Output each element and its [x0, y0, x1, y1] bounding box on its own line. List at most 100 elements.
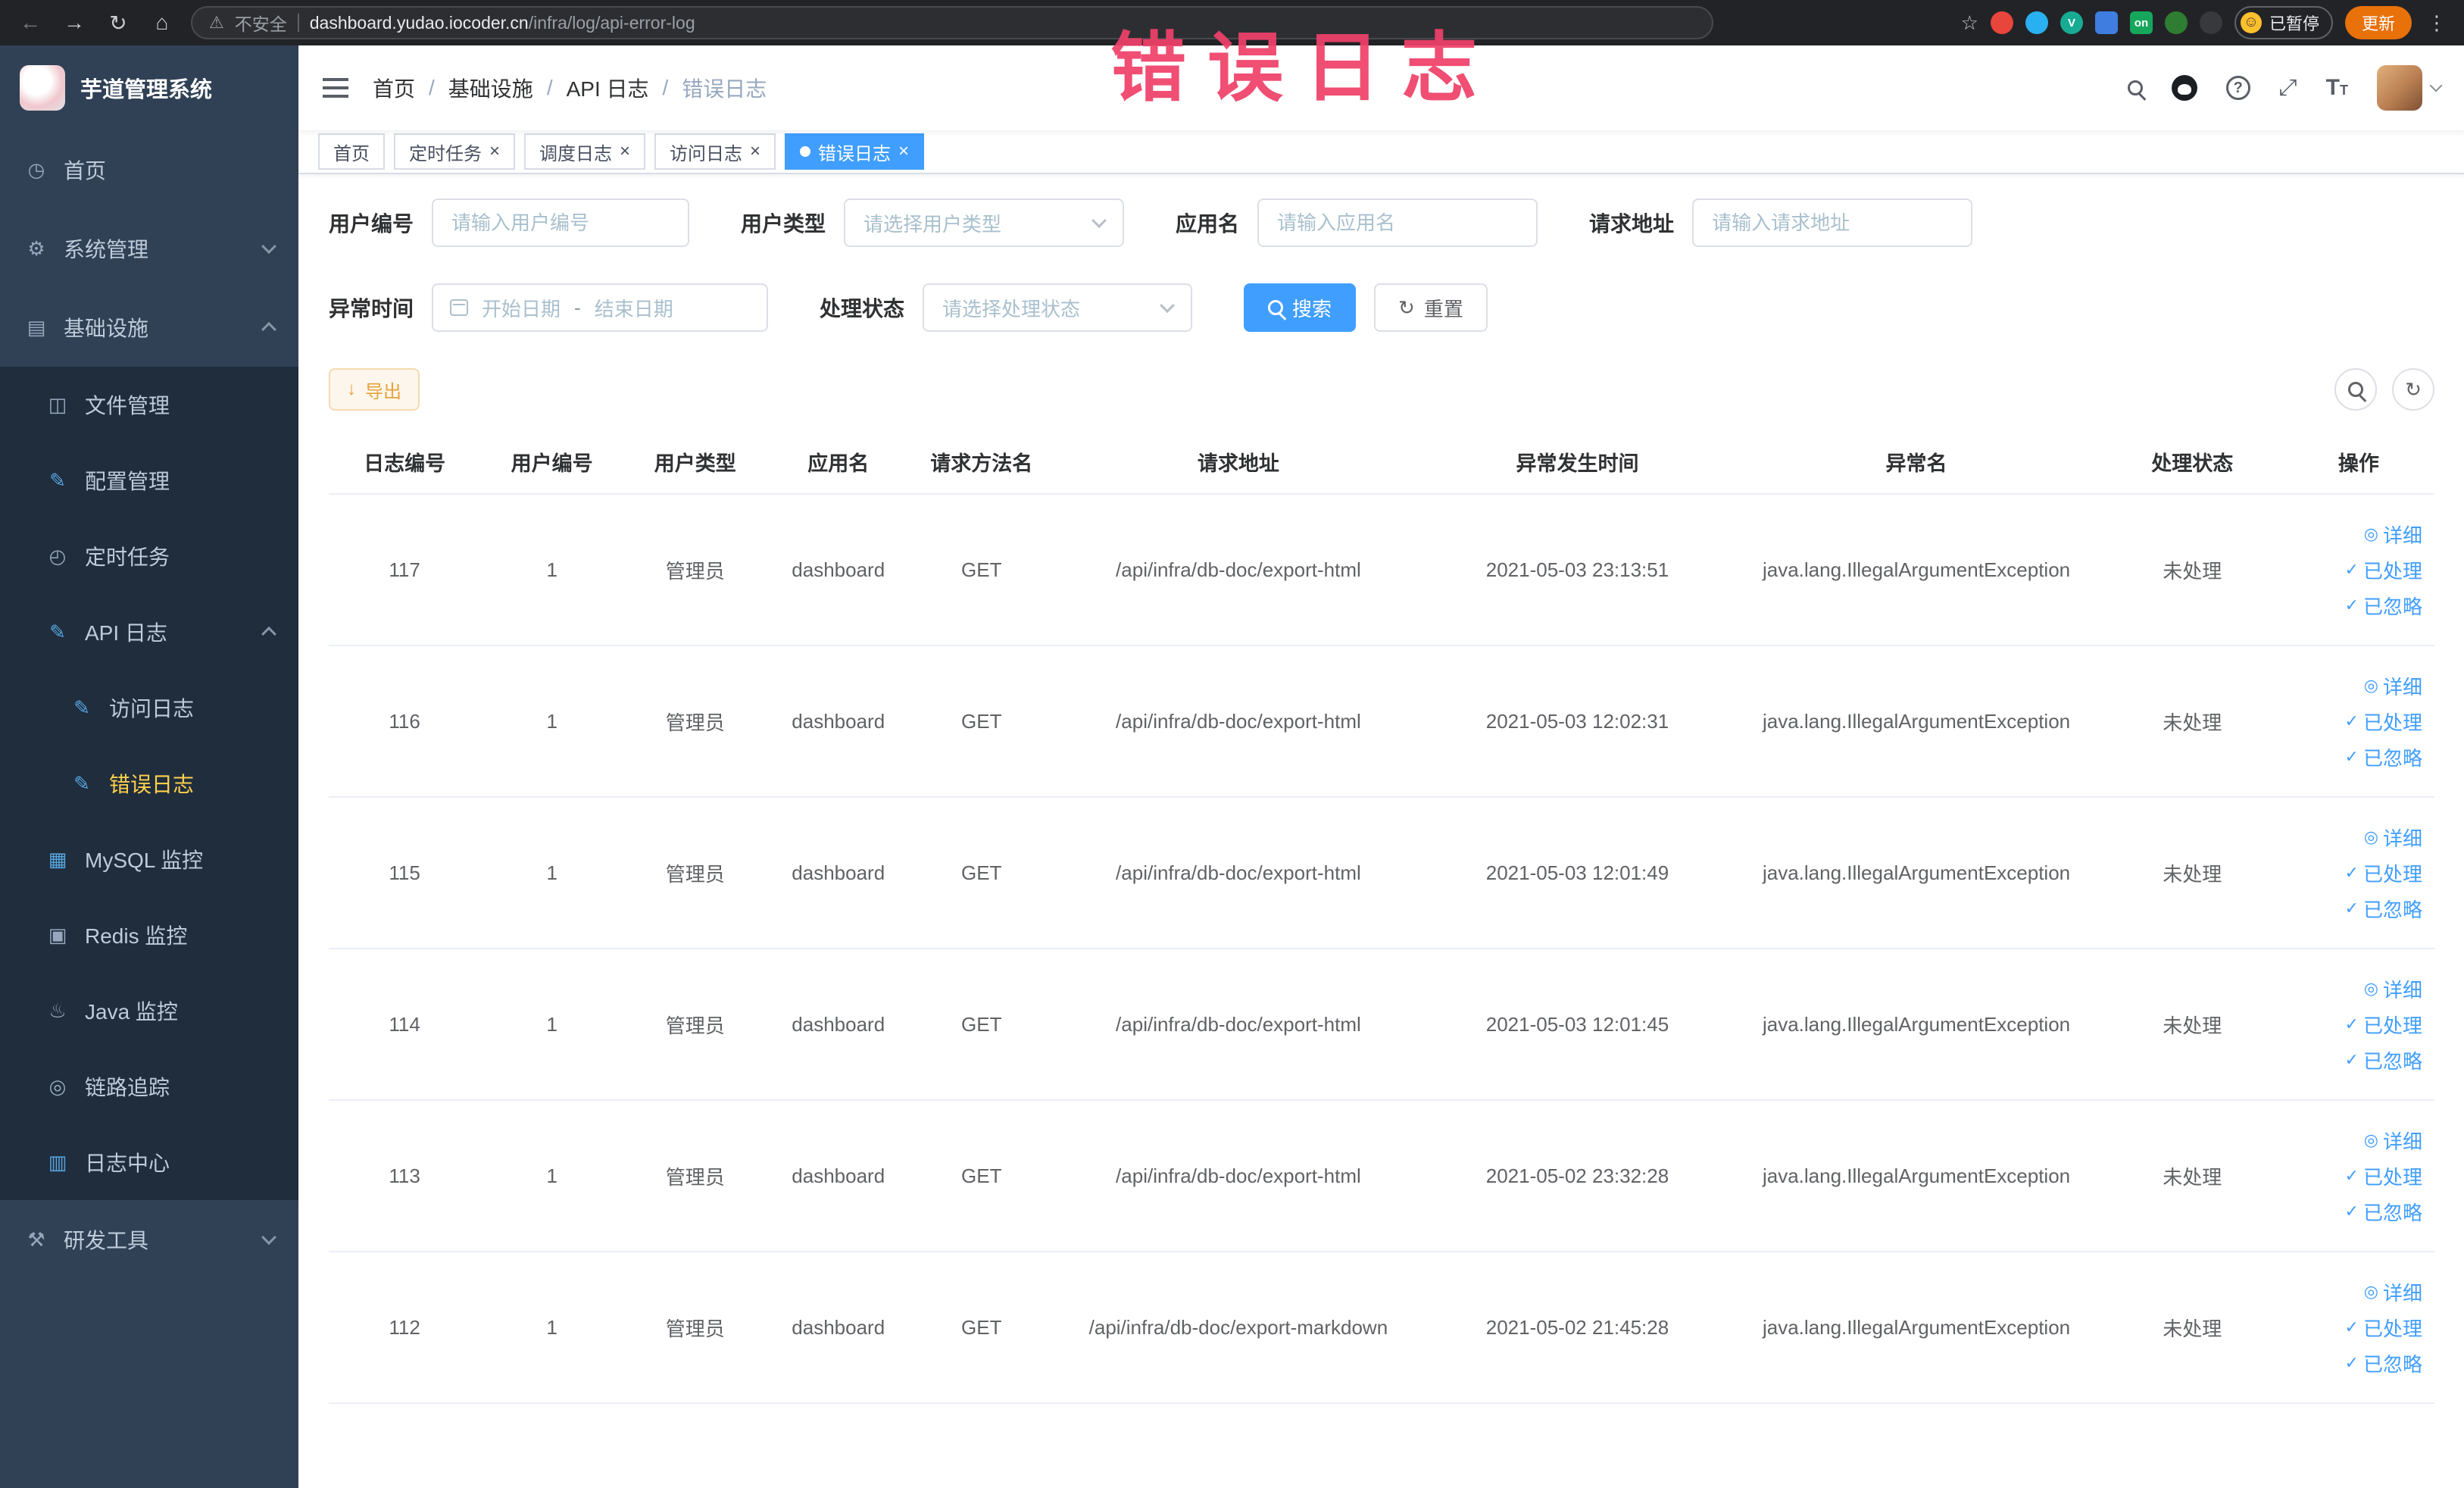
navbar-actions: ⤢ TT	[2127, 65, 2443, 111]
processed-link[interactable]: 已处理	[2345, 708, 2422, 736]
detail-link[interactable]: 详细	[2364, 1127, 2422, 1155]
app-logo[interactable]: 芋道管理系统	[0, 45, 298, 130]
extension-icon[interactable]	[2025, 11, 2048, 34]
reset-button[interactable]: 重置	[1374, 283, 1488, 332]
request-url-input[interactable]	[1692, 199, 1973, 247]
sidebar-item[interactable]: ✎ 配置管理	[0, 442, 298, 518]
tab[interactable]: 首页	[318, 133, 385, 170]
bookmark-star-icon[interactable]: ☆	[1961, 11, 1978, 35]
search-icon[interactable]	[2127, 80, 2143, 95]
sidebar-item[interactable]: ✎ 访问日志	[0, 670, 298, 746]
processed-link[interactable]: 已处理	[2345, 859, 2422, 887]
date-range-picker[interactable]: 开始日期 - 结束日期	[432, 283, 769, 332]
tab[interactable]: 调度日志	[524, 133, 646, 170]
extension-icon[interactable]	[2164, 11, 2188, 34]
breadcrumb-home[interactable]: 首页	[373, 73, 415, 103]
ignored-link[interactable]: 已忽略	[2345, 895, 2422, 923]
process-status-select[interactable]: 请选择处理状态	[923, 283, 1193, 332]
processed-link[interactable]: 已处理	[2345, 1314, 2422, 1342]
sidebar-item[interactable]: ▤ 基础设施	[0, 288, 298, 367]
menu-icon: ▥	[48, 1150, 67, 1174]
extension-icon[interactable]	[1990, 11, 2013, 34]
table-row: 114 1 管理员 dashboard GET /api/infra/db-do…	[329, 949, 2434, 1101]
detail-link[interactable]: 详细	[2364, 672, 2422, 700]
browser-menu-icon[interactable]: ⋮	[2424, 11, 2450, 35]
tab-close-icon[interactable]	[489, 142, 500, 161]
user-menu[interactable]	[2377, 65, 2443, 111]
eye-icon	[2364, 827, 2378, 847]
sidebar-item[interactable]: ▥ 日志中心	[0, 1124, 298, 1200]
cell-method: GET	[910, 1100, 1054, 1252]
home-icon[interactable]: ⌂	[147, 11, 177, 35]
extension-icon[interactable]: V	[2060, 11, 2083, 34]
fullscreen-icon[interactable]: ⤢	[2279, 75, 2297, 101]
tab[interactable]: 错误日志	[785, 133, 925, 170]
paused-badge[interactable]: 已暂停	[2234, 6, 2333, 39]
address-bar[interactable]: ⚠ 不安全 dashboard.yudao.iocoder.cn/infra/l…	[191, 6, 1713, 39]
ignored-link[interactable]: 已忽略	[2345, 1349, 2422, 1377]
sidebar-item[interactable]: ✎ API 日志	[0, 594, 298, 670]
check-icon	[2345, 596, 2359, 615]
user-id-input[interactable]	[432, 199, 690, 247]
ignored-link[interactable]: 已忽略	[2345, 1046, 2422, 1074]
user-type-label: 用户类型	[741, 212, 826, 236]
font-size-icon[interactable]: TT	[2326, 75, 2348, 101]
back-icon[interactable]: ←	[15, 11, 45, 35]
update-button[interactable]: 更新	[2344, 6, 2412, 39]
sidebar-item[interactable]: ⚙ 系统管理	[0, 209, 298, 288]
ignored-link[interactable]: 已忽略	[2345, 1198, 2422, 1226]
sidebar-item[interactable]: ▦ MySQL 监控	[0, 821, 298, 897]
tab-close-icon[interactable]	[620, 142, 630, 161]
detail-link[interactable]: 详细	[2364, 975, 2422, 1003]
cell-exception-time: 2021-05-02 21:45:28	[1423, 1252, 1732, 1404]
extension-icon[interactable]	[2199, 11, 2222, 34]
sidebar-item[interactable]: ◎ 链路追踪	[0, 1049, 298, 1124]
tab-label: 定时任务	[409, 143, 482, 164]
app-name-input[interactable]	[1257, 199, 1538, 247]
sidebar-item[interactable]: ◴ 定时任务	[0, 518, 298, 594]
extension-icon[interactable]	[2094, 11, 2118, 34]
search-toggle-button[interactable]	[2334, 368, 2377, 411]
tab-close-icon[interactable]	[750, 142, 760, 161]
sidebar-item[interactable]: ⚒ 研发工具	[0, 1200, 298, 1279]
refresh-table-button[interactable]	[2392, 368, 2434, 411]
reload-icon[interactable]: ↻	[103, 11, 133, 36]
cell-log-id: 114	[329, 949, 481, 1101]
table-row: 116 1 管理员 dashboard GET /api/infra/db-do…	[329, 646, 2434, 798]
sidebar-item[interactable]: ♨ Java 监控	[0, 973, 298, 1049]
sidebar-item[interactable]: ✎ 错误日志	[0, 746, 298, 821]
github-icon[interactable]	[2171, 75, 2197, 101]
breadcrumb-infra[interactable]: 基础设施	[448, 73, 533, 103]
detail-link[interactable]: 详细	[2364, 520, 2422, 549]
user-type-select[interactable]: 请选择用户类型	[844, 199, 1125, 247]
user-type-placeholder: 请选择用户类型	[863, 212, 1002, 236]
export-icon	[347, 379, 356, 400]
menu-icon: ◷	[27, 158, 45, 181]
forward-icon[interactable]: →	[59, 11, 89, 35]
check-icon	[2345, 560, 2359, 580]
tab[interactable]: 访问日志	[654, 133, 776, 170]
sidebar-item[interactable]: ◷ 首页	[0, 130, 298, 209]
ignored-link[interactable]: 已忽略	[2345, 743, 2422, 771]
detail-link[interactable]: 详细	[2364, 1278, 2422, 1306]
ignored-link[interactable]: 已忽略	[2345, 592, 2422, 620]
search-button-label: 搜索	[1292, 297, 1332, 320]
check-icon	[2345, 863, 2359, 883]
processed-link[interactable]: 已处理	[2345, 1011, 2422, 1039]
export-button[interactable]: 导出	[329, 368, 420, 411]
search-button[interactable]: 搜索	[1244, 283, 1357, 332]
processed-link[interactable]: 已处理	[2345, 1162, 2422, 1190]
cell-log-id: 116	[329, 646, 481, 798]
tab-close-icon[interactable]	[898, 142, 909, 161]
sidebar-item[interactable]: ▣ Redis 监控	[0, 897, 298, 973]
detail-link[interactable]: 详细	[2364, 824, 2422, 852]
tab[interactable]: 定时任务	[394, 133, 516, 170]
omnibox-divider	[297, 14, 299, 32]
sidebar-item[interactable]: ◫ 文件管理	[0, 367, 298, 442]
cell-exception-name: java.lang.IllegalArgumentException	[1731, 646, 2102, 798]
breadcrumb-api-log[interactable]: API 日志	[567, 73, 649, 103]
help-icon[interactable]	[2225, 76, 2250, 100]
collapse-menu-icon[interactable]	[323, 78, 348, 98]
processed-link[interactable]: 已处理	[2345, 556, 2422, 584]
extension-icon[interactable]: on	[2129, 11, 2153, 34]
